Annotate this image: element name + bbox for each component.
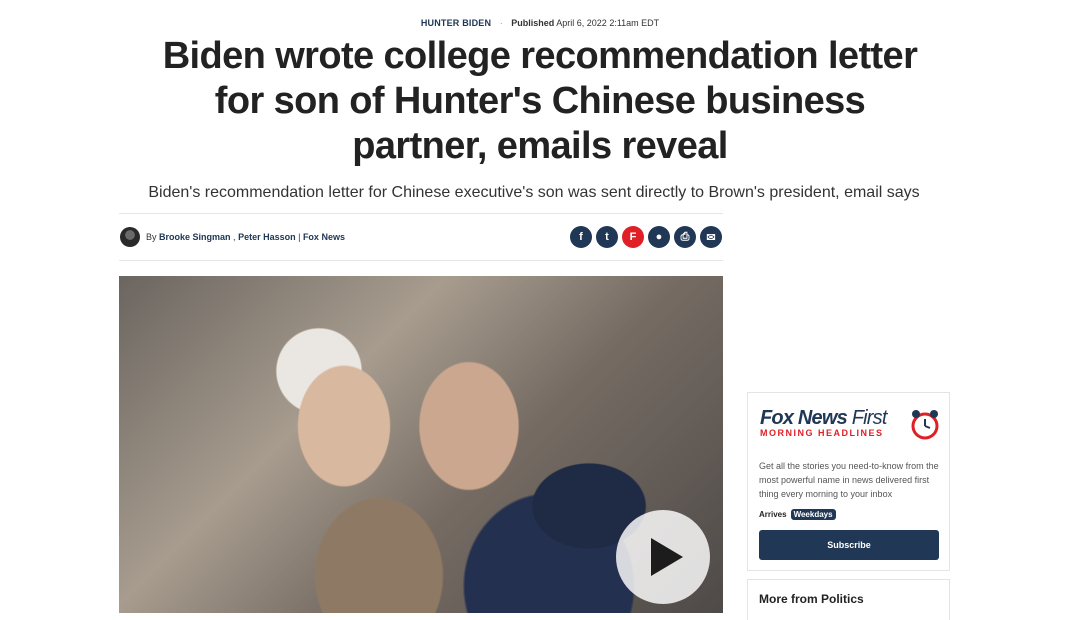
facebook-share-icon[interactable]: f bbox=[570, 226, 592, 248]
outlet-link[interactable]: Fox News bbox=[303, 232, 345, 242]
published-date: April 6, 2022 2:11am EDT bbox=[556, 18, 660, 28]
newsletter-promo: Fox News First MORNING HEADLINES Get all… bbox=[747, 392, 950, 571]
category-link[interactable]: HUNTER BIDEN bbox=[421, 18, 491, 28]
newsletter-schedule: Arrives Weekdays bbox=[759, 509, 836, 520]
separator-dot: · bbox=[499, 18, 503, 28]
comments-icon[interactable]: ● bbox=[648, 226, 670, 248]
alarm-clock-icon bbox=[911, 410, 939, 440]
article-subhead: Biden's recommendation letter for Chines… bbox=[148, 184, 920, 201]
print-icon[interactable]: ⎙ bbox=[674, 226, 696, 248]
newsletter-description: Get all the stories you need-to-know fro… bbox=[759, 461, 939, 499]
published-label: Published bbox=[511, 18, 555, 28]
author-link-singman[interactable]: Brooke Singman bbox=[159, 232, 231, 242]
byline: By Brooke Singman , Peter Hasson | Fox N… bbox=[146, 232, 345, 242]
weekdays-badge: Weekdays bbox=[790, 509, 836, 520]
twitter-share-icon[interactable]: t bbox=[596, 226, 618, 248]
arrives-label: Arrives bbox=[759, 510, 787, 519]
article-eyebrow: HUNTER BIDEN · Published April 6, 2022 2… bbox=[0, 18, 1080, 28]
share-bar: f t F ● ⎙ ✉ bbox=[570, 226, 722, 248]
newsletter-title-bold: Fox News bbox=[760, 407, 848, 429]
subscribe-button[interactable]: Subscribe bbox=[759, 530, 939, 560]
play-icon bbox=[651, 538, 683, 576]
article-headline: Biden wrote college recommendation lette… bbox=[162, 35, 918, 167]
play-button[interactable] bbox=[616, 510, 710, 604]
byline-row: By Brooke Singman , Peter Hasson | Fox N… bbox=[119, 213, 723, 261]
more-from-politics: More from Politics bbox=[747, 579, 950, 620]
byline-prefix: By bbox=[146, 232, 157, 242]
newsletter-logo: Fox News First MORNING HEADLINES bbox=[760, 407, 940, 441]
more-from-politics-title: More from Politics bbox=[759, 592, 864, 606]
email-share-icon[interactable]: ✉ bbox=[700, 226, 722, 248]
author-link-hasson[interactable]: Peter Hasson bbox=[238, 232, 296, 242]
flipboard-share-icon[interactable]: F bbox=[622, 226, 644, 248]
author-avatar bbox=[120, 227, 140, 247]
newsletter-title-light: First bbox=[851, 407, 888, 429]
hero-video[interactable] bbox=[119, 276, 723, 613]
